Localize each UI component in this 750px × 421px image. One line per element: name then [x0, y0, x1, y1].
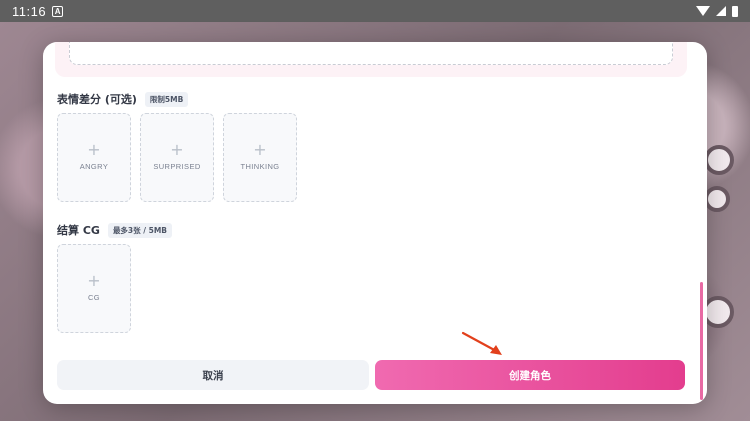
- status-time: 11:16: [12, 3, 47, 19]
- expressions-section-header: 表情差分 (可选) 限制5MB: [57, 91, 189, 107]
- ending-cg-title: 结算 CG: [57, 224, 100, 237]
- status-bar: 11:16 A: [0, 0, 750, 22]
- notification-icon: A: [52, 5, 64, 17]
- cancel-button[interactable]: 取消: [57, 360, 369, 390]
- annotation-arrow-icon: [461, 331, 502, 355]
- upload-slot-cg[interactable]: + CG: [57, 244, 131, 333]
- slot-label: ANGRY: [79, 162, 109, 171]
- background-bubble: [704, 186, 730, 212]
- plus-icon: +: [253, 140, 267, 159]
- upload-slot-surprised[interactable]: + SURPRISED: [140, 113, 214, 202]
- create-character-button[interactable]: 创建角色: [375, 360, 685, 390]
- plus-icon: +: [87, 271, 101, 290]
- slot-label: THINKING: [240, 162, 280, 171]
- upload-slot-thinking[interactable]: + THINKING: [223, 113, 297, 202]
- upload-panel-previous: [55, 42, 687, 77]
- plus-icon: +: [170, 140, 184, 159]
- battery-icon: [732, 5, 738, 17]
- expressions-size-tag: 限制5MB: [144, 91, 189, 107]
- plus-icon: +: [87, 140, 101, 159]
- create-character-dialog: 表情差分 (可选) 限制5MB + ANGRY + SURPRISED + TH…: [43, 42, 707, 404]
- expressions-title: 表情差分 (可选): [57, 93, 137, 106]
- upload-slot-angry[interactable]: + ANGRY: [57, 113, 131, 202]
- background-bubble: [704, 145, 734, 175]
- slot-label: CG: [87, 293, 101, 302]
- signal-icon: [716, 6, 726, 16]
- ending-cg-section-header: 结算 CG 最多3张 / 5MB: [57, 222, 173, 238]
- status-icons: [696, 5, 738, 17]
- upload-dropzone[interactable]: [69, 42, 673, 65]
- wifi-icon: [696, 6, 710, 16]
- slot-label: SURPRISED: [153, 162, 201, 171]
- scrollbar[interactable]: [700, 282, 703, 400]
- ending-cg-limit-tag: 最多3张 / 5MB: [107, 222, 173, 238]
